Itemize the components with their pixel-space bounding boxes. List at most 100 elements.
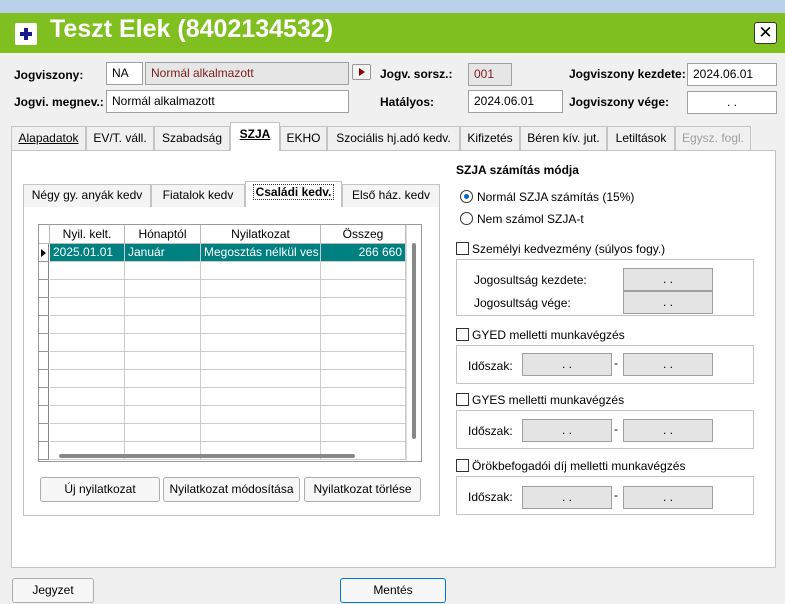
empty-cell	[50, 334, 125, 352]
empty-cell	[125, 316, 201, 334]
tab-alapadatok[interactable]: Alapadatok	[11, 126, 86, 150]
grid-vertical-scrollbar[interactable]	[406, 225, 421, 461]
empty-cell	[321, 388, 406, 406]
empty-row	[39, 262, 406, 280]
nyilatkozat-torlese-button[interactable]: Nyilatkozat törlése	[304, 477, 421, 502]
empty-cell	[321, 316, 406, 334]
vertical-scroll-thumb[interactable]	[412, 243, 416, 439]
sorsz-field: 001	[468, 63, 512, 86]
empty-cell	[321, 406, 406, 424]
empty-cell	[201, 316, 321, 334]
row-header	[39, 262, 49, 280]
hatalyos-field[interactable]: 2024.06.01	[468, 90, 563, 113]
row-header	[39, 280, 49, 298]
empty-cell	[201, 424, 321, 442]
tab-letiltasok[interactable]: Letiltások	[607, 126, 675, 150]
jog-kezdete-field[interactable]: . .	[623, 268, 713, 291]
jog-vege-field[interactable]: . .	[623, 291, 713, 314]
gyes-checkbox[interactable]	[456, 393, 469, 406]
mentes-button[interactable]: Mentés	[340, 578, 446, 603]
empty-cell	[125, 262, 201, 280]
tab-kifizetes[interactable]: Kifizetés	[460, 126, 520, 150]
window-title: Teszt Elek (8402134532)	[50, 15, 334, 43]
empty-cell	[201, 280, 321, 298]
nyilatkozat-grid[interactable]: Nyil. kelt. Hónaptól Nyilatkozat Összeg …	[38, 224, 422, 462]
subtab-fiatalok[interactable]: Fiatalok kedv	[151, 184, 245, 207]
cell-nyilatkozat: Megosztás nélkül ves	[201, 244, 321, 262]
vege-field[interactable]: . .	[687, 91, 777, 114]
orokbe-checkbox[interactable]	[456, 459, 469, 472]
orokbe-to-field[interactable]: . .	[623, 486, 713, 509]
empty-row	[39, 406, 406, 424]
gyed-idoszak-label: Időszak:	[468, 359, 513, 373]
gyed-label[interactable]: GYED melletti munkavégzés	[472, 328, 625, 342]
empty-cell	[201, 262, 321, 280]
gyes-separator: -	[614, 422, 618, 436]
gyes-idoszak-label: Időszak:	[468, 424, 513, 438]
empty-row	[39, 388, 406, 406]
jogviszony-lookup-button[interactable]	[352, 64, 371, 80]
gyes-to-field[interactable]: . .	[623, 419, 713, 442]
orokbe-separator: -	[614, 488, 618, 502]
column-header-osszeg[interactable]: Összeg	[321, 225, 406, 244]
tab-beren-kiv[interactable]: Béren kív. jut.	[520, 126, 607, 150]
kezdete-field[interactable]: 2024.06.01	[687, 63, 777, 86]
row-header	[39, 370, 49, 388]
empty-cell	[50, 406, 125, 424]
subtab-elso-haz[interactable]: Első ház. kedv	[342, 184, 440, 207]
empty-row	[39, 334, 406, 352]
gyed-to-field[interactable]: . .	[623, 353, 713, 376]
empty-cell	[321, 424, 406, 442]
jog-vege-label: Jogosultság vége:	[474, 296, 571, 310]
tab-szocialis[interactable]: Szociális hj.adó kedv.	[327, 126, 460, 150]
empty-cell	[125, 298, 201, 316]
row-header	[39, 334, 49, 352]
column-header-nyilatkozat[interactable]: Nyilatkozat	[201, 225, 321, 244]
megnev-label: Jogvi. megnev.:	[14, 95, 104, 109]
uj-nyilatkozat-button[interactable]: Új nyilatkozat	[40, 477, 160, 502]
cell-honap: Január	[125, 244, 201, 262]
empty-cell	[125, 406, 201, 424]
empty-row	[39, 298, 406, 316]
empty-cell	[50, 424, 125, 442]
gyes-label[interactable]: GYES melletti munkavégzés	[472, 393, 624, 407]
jogviszony-name-field: Normál alkalmazott	[145, 62, 349, 85]
tab-egysz-fogl: Egysz. fogl.	[675, 126, 751, 150]
empty-cell	[125, 334, 201, 352]
szja-none-radio[interactable]	[460, 212, 473, 225]
szemelyi-checkbox[interactable]	[456, 242, 469, 255]
gyed-from-field[interactable]: . .	[522, 353, 612, 376]
gyes-from-field[interactable]: . .	[522, 419, 612, 442]
row-indicator-icon	[39, 244, 49, 262]
top-strip	[0, 0, 785, 13]
szja-normal-label[interactable]: Normál SZJA számítás (15%)	[477, 190, 634, 204]
empty-cell	[125, 352, 201, 370]
subtab-csaladi[interactable]: Családi kedv.	[245, 181, 342, 207]
tab-ekho[interactable]: EKHO	[280, 126, 327, 150]
orokbe-label[interactable]: Örökbefogadói díj melletti munkavégzés	[472, 459, 685, 473]
jogviszony-code-field[interactable]: NA	[106, 62, 143, 85]
column-header-honap[interactable]: Hónaptól	[125, 225, 201, 244]
close-button[interactable]: ✕	[754, 22, 777, 44]
table-row[interactable]: 2025.01.01 Január Megosztás nélkül ves 2…	[39, 244, 406, 262]
orokbe-from-field[interactable]: . .	[522, 486, 612, 509]
megnev-field[interactable]: Normál alkalmazott	[106, 90, 349, 113]
empty-cell	[201, 406, 321, 424]
empty-row	[39, 352, 406, 370]
empty-cell	[50, 280, 125, 298]
szemelyi-label[interactable]: Személyi kedvezmény (súlyos fogy.)	[472, 242, 665, 256]
empty-cell	[321, 298, 406, 316]
tab-szabadsag[interactable]: Szabadság	[154, 126, 230, 150]
szja-normal-radio[interactable]	[460, 190, 473, 203]
empty-cell	[125, 280, 201, 298]
horizontal-scroll-thumb[interactable]	[59, 454, 355, 458]
nyilatkozat-modositasa-button[interactable]: Nyilatkozat módosítása	[163, 477, 300, 502]
tab-ev-vall[interactable]: EV/T. váll.	[86, 126, 154, 150]
jegyzet-button[interactable]: Jegyzet	[12, 578, 94, 603]
szja-none-label[interactable]: Nem számol SZJA-t	[477, 212, 584, 226]
gyed-checkbox[interactable]	[456, 328, 469, 341]
tab-szja[interactable]: SZJA	[230, 122, 280, 151]
column-header-kelt[interactable]: Nyil. kelt.	[50, 225, 125, 244]
empty-cell	[321, 334, 406, 352]
subtab-negy-gy[interactable]: Négy gy. anyák kedv	[23, 184, 151, 207]
